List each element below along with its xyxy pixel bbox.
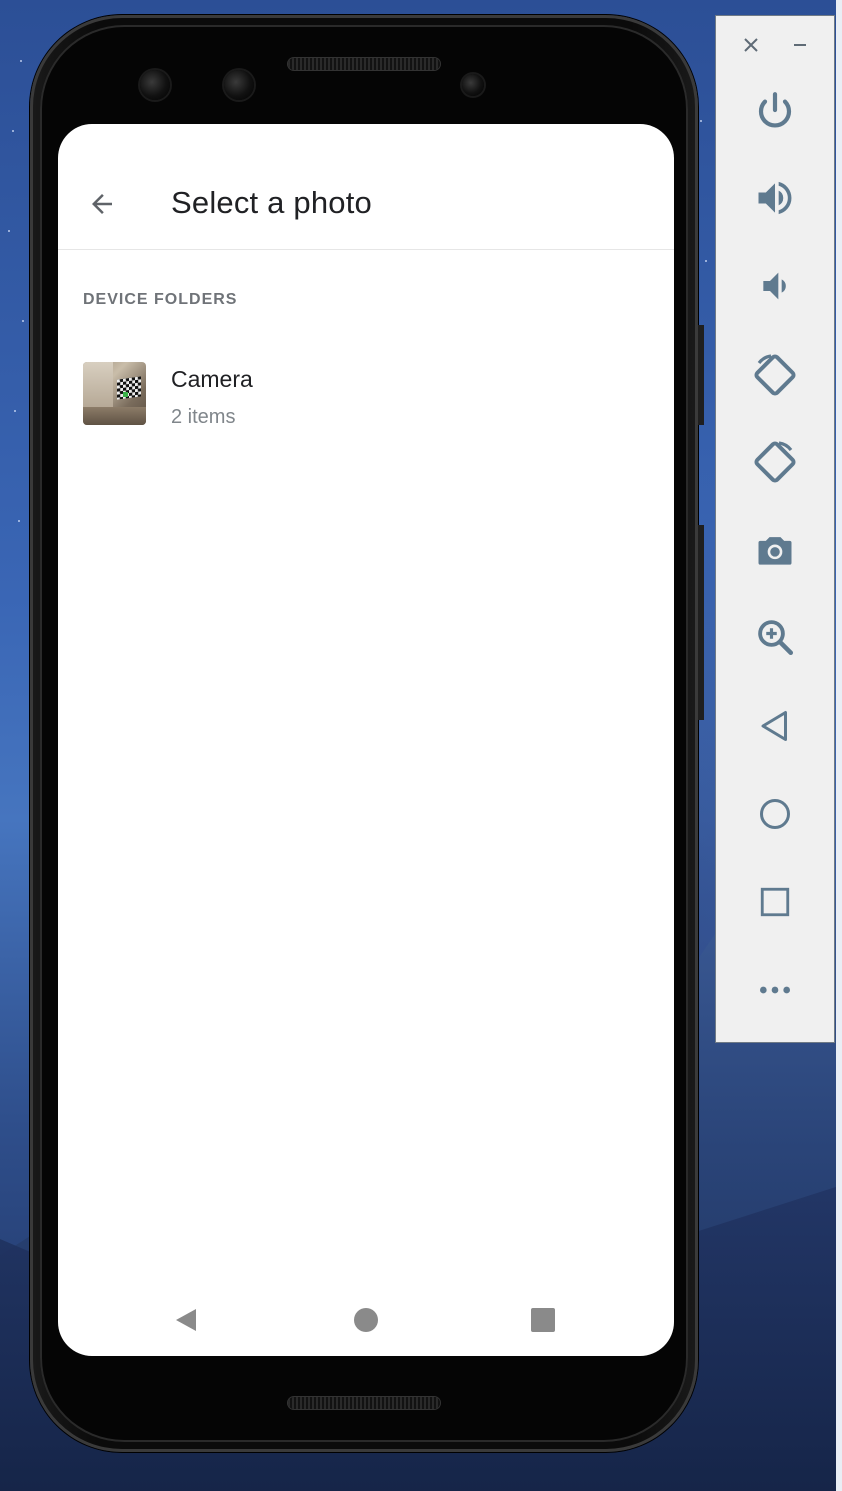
star [8, 230, 10, 232]
zoom-icon [758, 620, 794, 656]
back-button[interactable] [80, 182, 124, 226]
close-window-button[interactable] [740, 34, 762, 56]
front-camera-icon [140, 70, 170, 100]
more-options-button[interactable] [746, 961, 804, 1019]
close-icon [744, 38, 758, 52]
app-bar: Select a photo [58, 124, 674, 250]
thumbnail-checkerboard [117, 376, 141, 400]
star [22, 320, 24, 322]
volume-up-icon [758, 181, 792, 215]
emulator-toolbar [715, 15, 835, 1043]
proximity-sensor-icon [462, 74, 484, 96]
earpiece-speaker [288, 58, 440, 70]
folder-item-camera[interactable]: Camera 2 items [58, 349, 674, 439]
arrow-left-icon [92, 194, 112, 214]
emulator-overview-button[interactable] [746, 873, 804, 931]
folder-name: Camera [171, 366, 253, 392]
thumbnail-accent [123, 392, 128, 397]
home-circle-icon [354, 1308, 378, 1332]
system-navigation-bar [58, 1284, 674, 1356]
front-sensor-icon [224, 70, 254, 100]
star [14, 410, 16, 412]
volume-side-button [698, 525, 704, 720]
power-side-button [698, 325, 704, 425]
background-window-edge [836, 0, 842, 1491]
star [18, 520, 20, 522]
power-button[interactable] [746, 81, 804, 139]
folder-item-count: 2 items [171, 406, 236, 428]
minimize-icon [794, 44, 806, 46]
home-icon [760, 799, 790, 829]
recents-square-icon [531, 1308, 555, 1332]
power-icon [758, 92, 792, 128]
screenshot-button[interactable] [746, 521, 804, 579]
star [705, 260, 707, 262]
overview-icon [760, 887, 790, 917]
volume-up-button[interactable] [746, 169, 804, 227]
thumbnail-floor [83, 407, 146, 425]
page-title: Select a photo [171, 185, 373, 220]
rotate-left-button[interactable] [746, 346, 804, 404]
zoom-button[interactable] [746, 608, 804, 666]
bottom-speaker [288, 1397, 440, 1409]
device-screen: Select a photo DEVICE FOLDERS Camera 2 i… [58, 124, 674, 1356]
rotate-left-icon [754, 354, 796, 396]
more-icon [760, 986, 790, 994]
star [700, 120, 702, 122]
volume-down-icon [763, 272, 786, 300]
minimize-window-button[interactable] [789, 34, 811, 56]
rotate-right-button[interactable] [746, 433, 804, 491]
back-icon [761, 711, 787, 741]
system-back-button[interactable] [172, 1306, 200, 1339]
system-recents-button[interactable] [530, 1307, 556, 1338]
star [20, 60, 22, 62]
star [12, 130, 14, 132]
folder-thumbnail [83, 362, 146, 425]
emulator-back-button[interactable] [746, 697, 804, 755]
back-triangle-icon [176, 1309, 196, 1331]
system-home-button[interactable] [353, 1307, 379, 1338]
camera-icon [758, 537, 792, 565]
emulator-home-button[interactable] [746, 785, 804, 843]
volume-down-button[interactable] [746, 257, 804, 315]
section-header: DEVICE FOLDERS [83, 291, 238, 308]
rotate-right-icon [754, 441, 796, 483]
